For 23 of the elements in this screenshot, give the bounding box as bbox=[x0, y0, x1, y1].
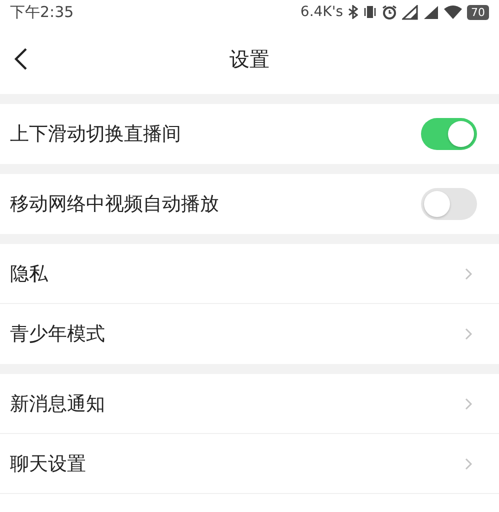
setting-label: 上下滑动切换直播间 bbox=[10, 122, 181, 147]
setting-label: 新消息通知 bbox=[10, 392, 105, 416]
toggle-switch[interactable] bbox=[421, 188, 477, 220]
wifi-icon bbox=[444, 5, 462, 19]
chevron-icon[interactable] bbox=[465, 398, 473, 410]
setting-label: 移动网络中视频自动播放 bbox=[10, 192, 219, 217]
network-speed: 6.4K's bbox=[300, 4, 343, 20]
signal-icon bbox=[402, 4, 418, 20]
battery-icon: 70 bbox=[467, 4, 489, 20]
vibrate-icon bbox=[363, 5, 377, 19]
signal-icon bbox=[423, 4, 439, 20]
toggle-switch[interactable] bbox=[421, 118, 477, 150]
chevron-icon[interactable] bbox=[465, 328, 473, 340]
status-time: 下午2:35 bbox=[10, 2, 74, 22]
setting-label: 聊天设置 bbox=[10, 452, 86, 476]
setting-label: 隐私 bbox=[10, 262, 48, 286]
chevron-icon[interactable] bbox=[465, 268, 473, 280]
page-title: 设置 bbox=[230, 46, 270, 72]
setting-label: 青少年模式 bbox=[10, 322, 105, 347]
alarm-icon bbox=[382, 4, 397, 20]
back-icon[interactable] bbox=[14, 47, 28, 71]
bluetooth-icon bbox=[348, 5, 358, 19]
chevron-icon[interactable] bbox=[465, 458, 473, 470]
